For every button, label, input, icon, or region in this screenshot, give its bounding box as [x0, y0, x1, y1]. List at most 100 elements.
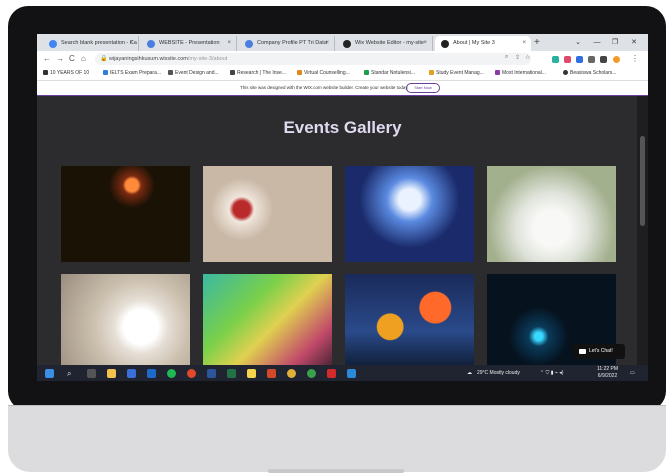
browser-tab[interactable]: Search blank presentation - Ca ×: [43, 36, 139, 51]
notification-icon[interactable]: ▭: [630, 365, 635, 381]
chat-label: Let's Chat!: [589, 348, 613, 354]
excel-icon[interactable]: [227, 369, 236, 378]
gallery-image-festival-crowd[interactable]: [203, 274, 332, 367]
mail-icon[interactable]: [127, 369, 136, 378]
chat-icon: [579, 349, 586, 354]
bookmark-icon: [429, 70, 434, 76]
extension-icon[interactable]: [564, 56, 571, 63]
bookmark-icon: [297, 70, 302, 76]
address-bar[interactable]: 🔒 wijayaningsihkusum.wixsite.com/my-site…: [95, 53, 531, 65]
extensions-puzzle-icon[interactable]: [588, 56, 595, 63]
site-page: Events Gallery Let's Chat!: [37, 96, 648, 367]
sidebar-icon[interactable]: [600, 56, 607, 63]
minimize-button[interactable]: —: [589, 34, 605, 51]
gallery-image-fireworks[interactable]: [61, 166, 190, 262]
wix-banner-text: This site was designed with the WIX.com …: [240, 85, 409, 90]
outlook-icon[interactable]: [147, 369, 156, 378]
close-tab-icon[interactable]: ×: [227, 36, 231, 51]
page-scrollbar[interactable]: [637, 96, 648, 367]
tab-title: Search blank presentation - Ca: [61, 40, 137, 46]
scrollbar-thumb[interactable]: [640, 136, 645, 226]
app-icon[interactable]: [347, 369, 356, 378]
start-now-button[interactable]: Start Now: [406, 83, 440, 93]
gallery-image-concert[interactable]: [345, 166, 474, 262]
gallery-image-dessert[interactable]: [203, 166, 332, 262]
close-tab-icon[interactable]: ×: [325, 36, 329, 51]
new-tab-button[interactable]: +: [534, 36, 540, 49]
close-tab-icon[interactable]: ×: [522, 36, 526, 51]
browser-toolbar: ← → C ⌂ 🔒 wijayaningsihkusum.wixsite.com…: [37, 51, 648, 67]
bookmark-item[interactable]: IELTS Exam Prepara...: [103, 67, 161, 80]
bookmark-item[interactable]: Virtual Counselling...: [297, 67, 350, 80]
share-icon[interactable]: ⇪: [515, 54, 520, 61]
bookmark-item[interactable]: Event Design and...: [168, 67, 219, 80]
browser-tab[interactable]: Wix Website Editor - my-site ×: [337, 36, 433, 51]
reload-button[interactable]: C: [69, 53, 75, 65]
bookmark-label: Most International...: [502, 70, 546, 76]
bookmark-icon: [495, 70, 500, 76]
gallery-image-banquet[interactable]: [487, 166, 616, 262]
zoom-icon[interactable]: ⌕: [505, 54, 508, 61]
browser-tab-active[interactable]: About | My Site 3 ×: [435, 36, 531, 51]
bookmark-item[interactable]: Research | The Inse...: [230, 67, 286, 80]
bookmark-label: Beasiswa Scholars...: [570, 70, 617, 76]
tab-favicon: [441, 40, 449, 48]
tab-favicon: [147, 40, 155, 48]
bookmark-item[interactable]: Study Event Manag...: [429, 67, 484, 80]
back-button[interactable]: ←: [43, 53, 51, 65]
bookmark-icon: [563, 70, 568, 76]
url-host: wijayaningsihkusum.wixsite.com: [109, 56, 188, 62]
system-tray-icons[interactable]: ⌃ ⛉ ▮ ⌁ ◂): [540, 365, 563, 381]
forward-button[interactable]: →: [56, 53, 64, 65]
bookmark-item[interactable]: Standar Notulensi...: [364, 67, 415, 80]
browser-tab[interactable]: Company Profile PT Tri Data ×: [239, 36, 335, 51]
tab-search-icon[interactable]: ⌄: [571, 34, 585, 51]
acrobat-icon[interactable]: [327, 369, 336, 378]
bookmark-label: Standar Notulensi...: [371, 70, 415, 76]
tab-favicon: [245, 40, 253, 48]
chat-button[interactable]: Let's Chat!: [573, 344, 625, 359]
gallery-image-hot-air-balloons[interactable]: [345, 274, 474, 367]
extension-icon[interactable]: [576, 56, 583, 63]
bookmarks-bar: 10 YEARS OF 10 IELTS Exam Prepara... Eve…: [37, 67, 648, 81]
close-tab-icon[interactable]: ×: [129, 36, 133, 51]
home-button[interactable]: ⌂: [81, 53, 86, 65]
lock-icon: 🔒: [100, 56, 108, 62]
tab-bar: Search blank presentation - Ca × WEBSITE…: [37, 34, 648, 51]
maximize-button[interactable]: ❐: [607, 34, 623, 51]
extension-icon[interactable]: [552, 56, 559, 63]
search-icon[interactable]: ⌕: [67, 369, 76, 378]
weather-icon[interactable]: ☁: [467, 365, 472, 381]
app-icon[interactable]: [187, 369, 196, 378]
tab-favicon: [49, 40, 57, 48]
word-icon[interactable]: [207, 369, 216, 378]
bookmark-icon: [103, 70, 108, 76]
spotify-icon[interactable]: [167, 369, 176, 378]
gallery-image-table-setting[interactable]: [61, 274, 190, 367]
bookmark-star-icon[interactable]: ☆: [525, 54, 530, 61]
clock-time: 11:22 PM: [597, 366, 619, 372]
task-view-icon[interactable]: [87, 369, 96, 378]
weather-text[interactable]: 29°C Mostly cloudy: [477, 365, 520, 381]
bookmark-item[interactable]: 10 YEARS OF 10: [43, 67, 89, 80]
bookmark-item[interactable]: Most International...: [495, 67, 546, 80]
bookmark-item[interactable]: Beasiswa Scholars...: [563, 67, 616, 80]
start-button[interactable]: [45, 369, 54, 378]
close-tab-icon[interactable]: ×: [423, 36, 427, 51]
file-explorer-icon[interactable]: [107, 369, 116, 378]
clock[interactable]: 11:22 PM 6/9/2022: [597, 366, 618, 380]
tab-title: Company Profile PT Tri Data: [257, 40, 327, 46]
profile-avatar[interactable]: [613, 56, 620, 63]
bookmark-label: IELTS Exam Prepara...: [110, 70, 162, 76]
sticky-notes-icon[interactable]: [247, 369, 256, 378]
url-path: /my-site-3/about: [187, 56, 228, 62]
bookmark-label: Event Design and...: [175, 70, 219, 76]
tab-title: About | My Site 3: [453, 40, 495, 46]
tab-favicon: [343, 40, 351, 48]
chrome-icon[interactable]: [307, 369, 316, 378]
chrome-icon[interactable]: [287, 369, 296, 378]
browser-tab[interactable]: WEBSITE - Presentation ×: [141, 36, 237, 51]
powerpoint-icon[interactable]: [267, 369, 276, 378]
close-window-button[interactable]: ✕: [625, 34, 643, 51]
menu-kebab-icon[interactable]: ⋮: [631, 53, 639, 65]
